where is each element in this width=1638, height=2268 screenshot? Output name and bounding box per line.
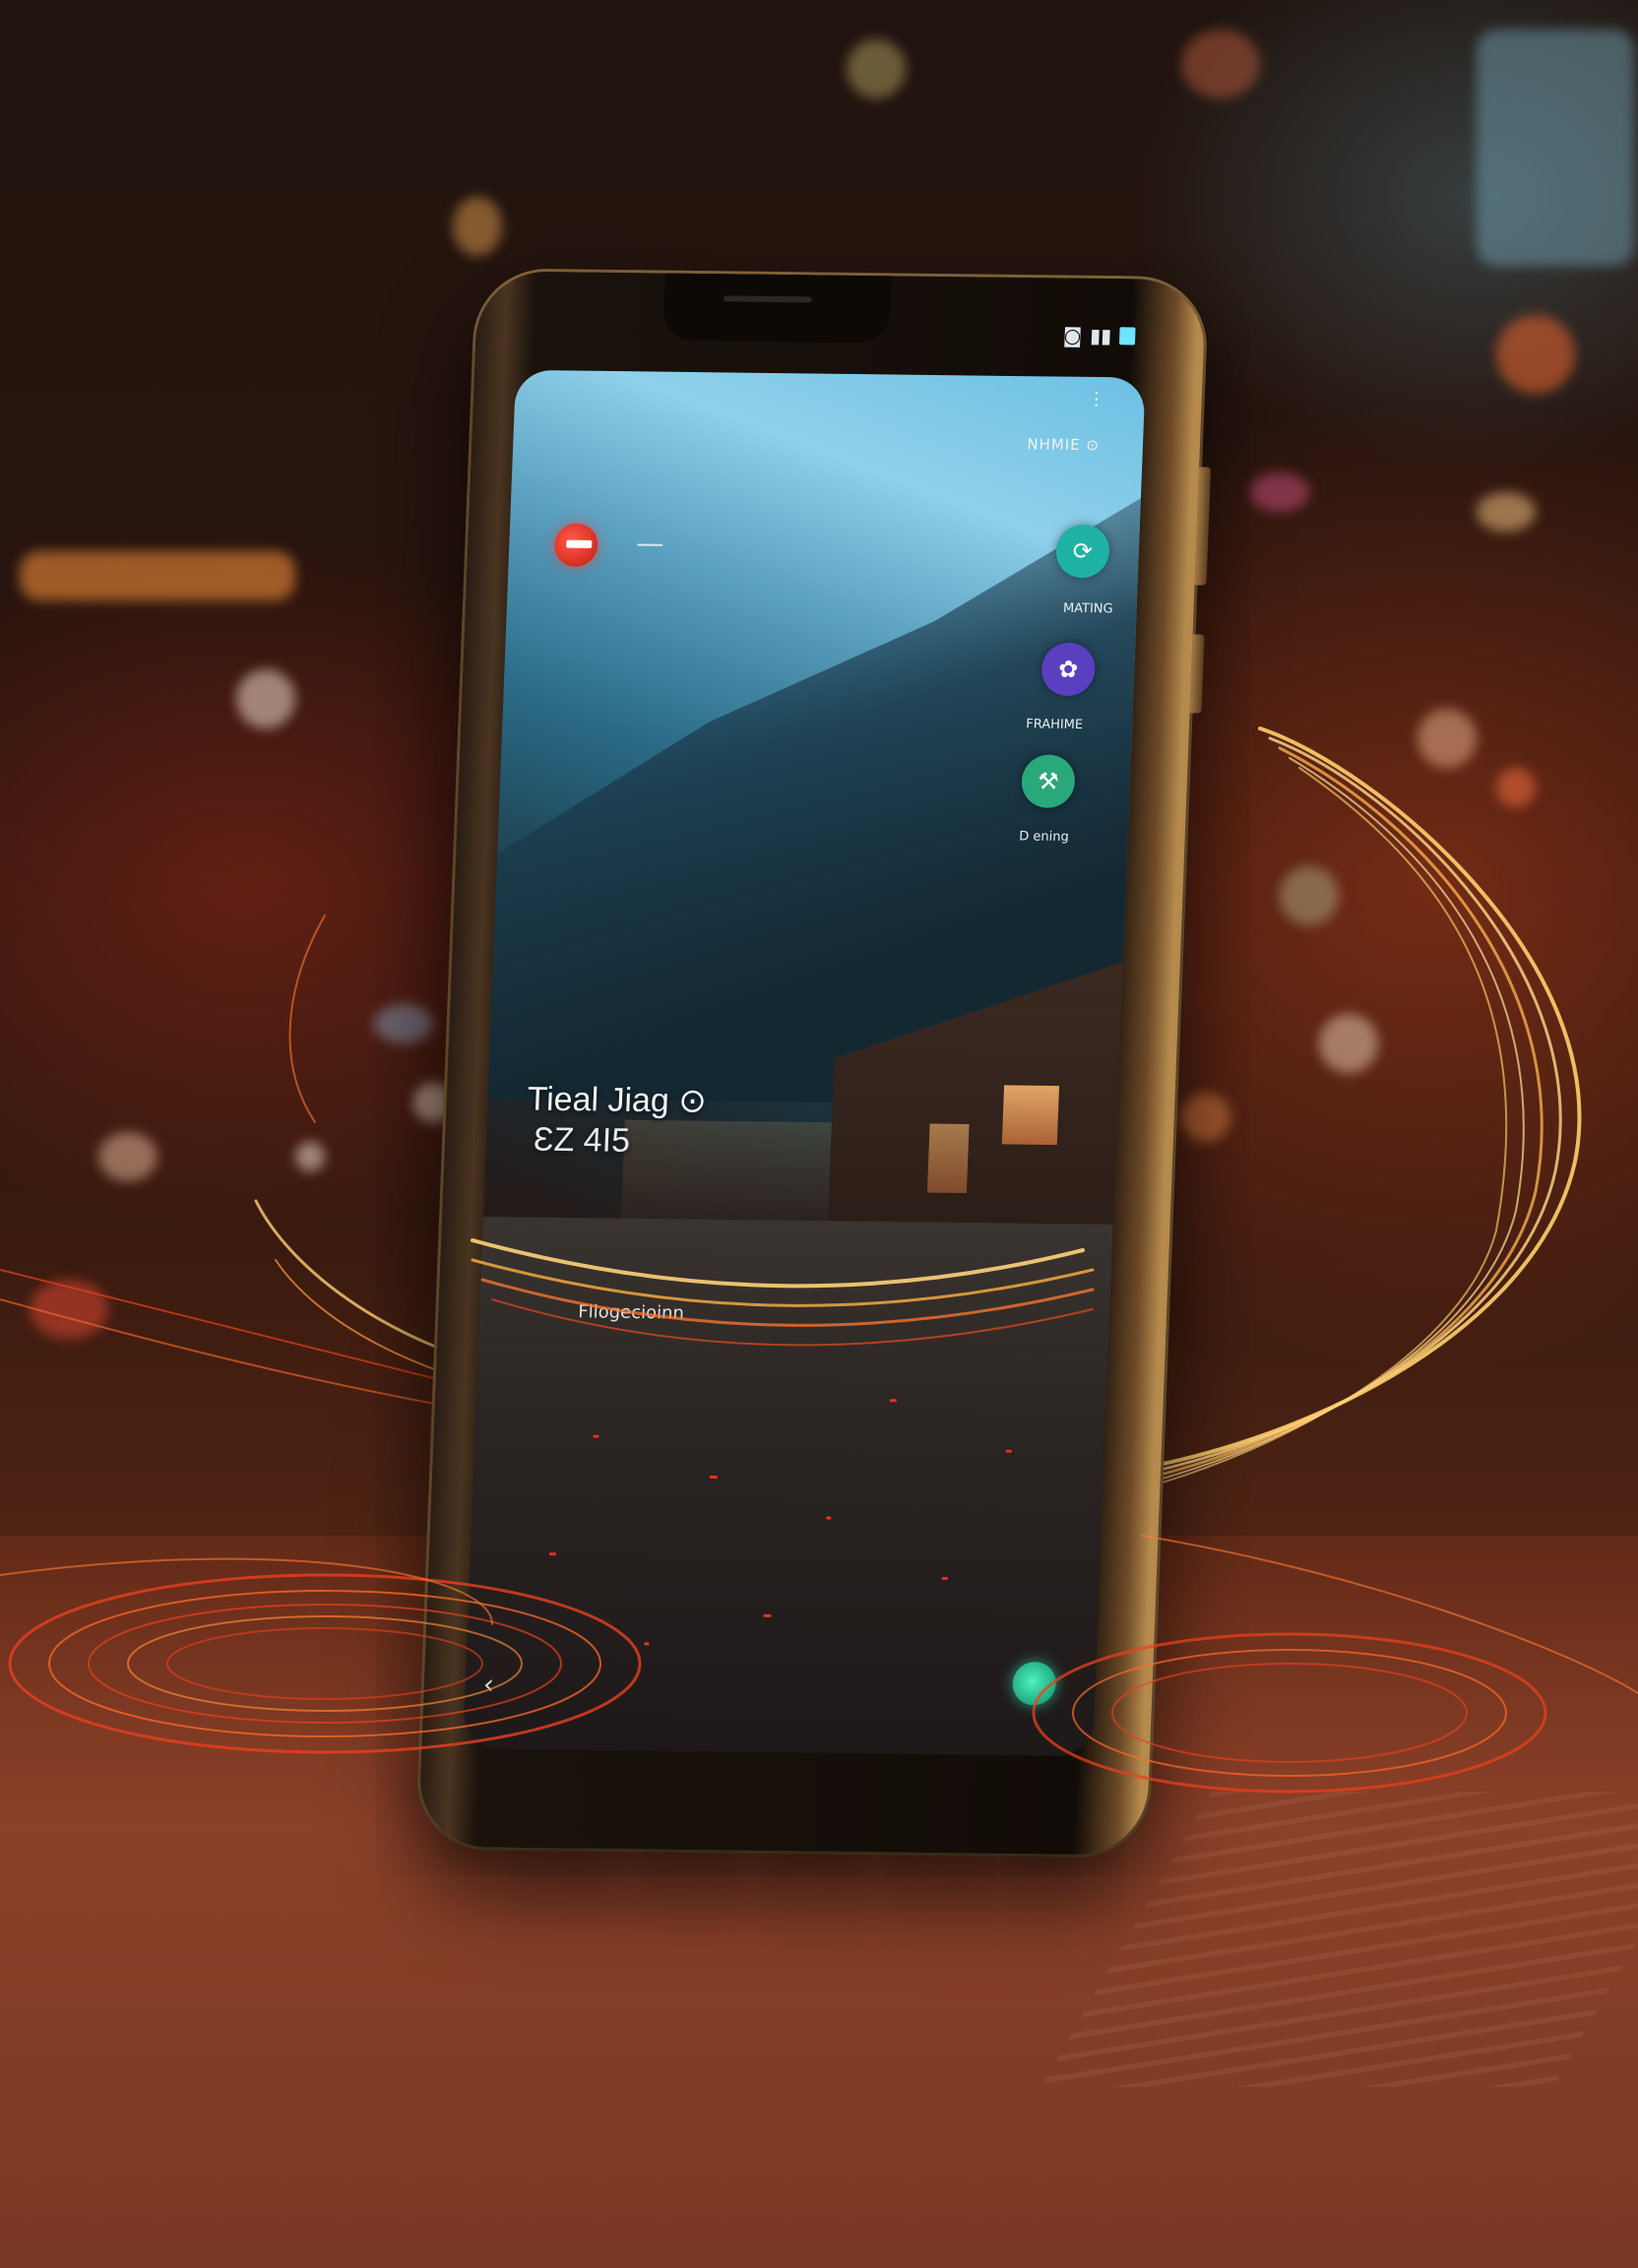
scene: ◙ ▮▮ ⋮ NHMIE ⊙ ⟳ MATING ✿ FRAHIME ⚒ D en… xyxy=(0,0,1638,2268)
light-swirl-front xyxy=(0,1238,1638,1794)
